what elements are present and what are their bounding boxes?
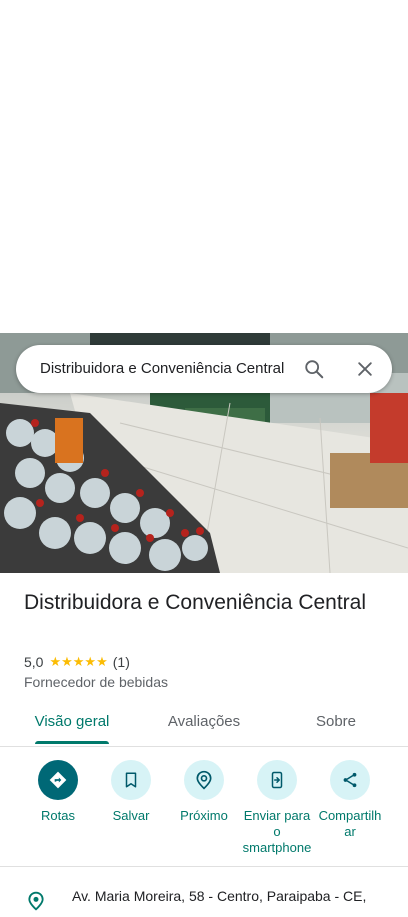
share-button[interactable]: Compartilhar: [315, 760, 385, 840]
save-button[interactable]: Salvar: [96, 760, 166, 824]
share-icon: [330, 760, 370, 800]
send-to-phone-button[interactable]: Enviar para o smartphone: [242, 760, 312, 856]
send-to-phone-label: Enviar para o smartphone: [242, 808, 312, 855]
nearby-button[interactable]: Próximo: [169, 760, 239, 824]
share-label: Compartilhar: [318, 808, 382, 839]
address-text: Av. Maria Moreira, 58 - Centro, Paraipab…: [72, 888, 367, 904]
directions-label: Rotas: [41, 808, 75, 823]
tab-bar: Visão geral Avaliações Sobre: [0, 700, 408, 747]
address-row[interactable]: Av. Maria Moreira, 58 - Centro, Paraipab…: [24, 888, 408, 911]
close-icon[interactable]: [349, 353, 381, 385]
review-count: (1): [112, 654, 130, 670]
search-bar[interactable]: Distribuidora e Conveniência Central: [16, 345, 392, 393]
active-tab-indicator: [35, 741, 109, 744]
tab-overview[interactable]: Visão geral: [22, 700, 122, 744]
nearby-label: Próximo: [180, 808, 228, 823]
nearby-icon: [184, 760, 224, 800]
rating-row[interactable]: 5,0 ★★★★★ (1): [24, 652, 130, 672]
search-input[interactable]: Distribuidora e Conveniência Central: [40, 345, 288, 393]
tab-about[interactable]: Sobre: [286, 700, 386, 744]
save-label: Salvar: [112, 808, 150, 823]
rating-value: 5,0: [24, 654, 44, 670]
directions-icon: [38, 760, 78, 800]
send-to-phone-icon: [257, 760, 297, 800]
bookmark-icon: [111, 760, 151, 800]
tab-reviews[interactable]: Avaliações: [154, 700, 254, 744]
star-rating-icon: ★★★★★: [49, 654, 108, 669]
place-category: Fornecedor de bebidas: [24, 674, 168, 690]
place-title: Distribuidora e Conveniência Central: [24, 591, 367, 614]
directions-button[interactable]: Rotas: [23, 760, 93, 824]
divider: [0, 866, 408, 867]
location-pin-icon: [26, 890, 46, 917]
search-icon[interactable]: [298, 353, 330, 385]
